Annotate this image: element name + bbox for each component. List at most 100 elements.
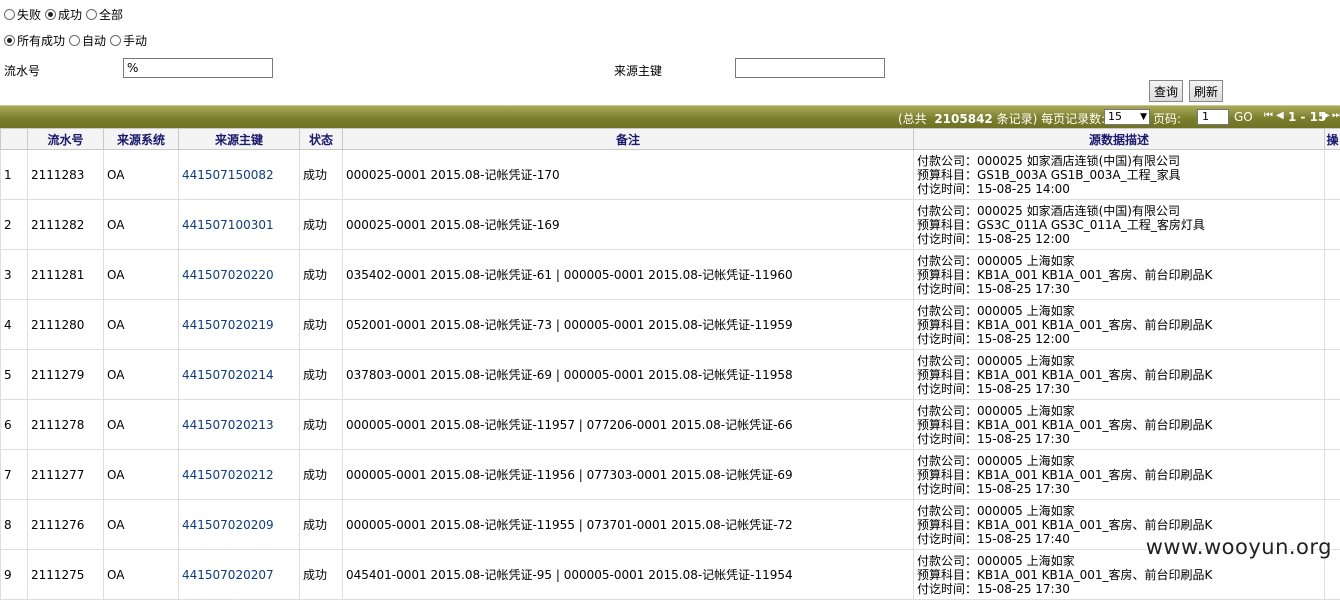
radio-button[interactable]	[86, 9, 97, 20]
operation-cell[interactable]	[1325, 350, 1340, 400]
source-key-cell: 441507020212	[179, 450, 300, 500]
first-page-icon[interactable]: ⏮	[1264, 110, 1273, 121]
operation-cell[interactable]	[1325, 150, 1340, 200]
description-cell: 付款公司：000025 如家酒店连锁(中国)有限公司预算科目：GS3C_011A…	[914, 200, 1325, 250]
source-key-link[interactable]: 441507100301	[182, 218, 274, 232]
serial-input[interactable]	[123, 58, 273, 78]
status-filter-option[interactable]: 成功	[45, 6, 82, 23]
description-line: 付讫时间：15-08-25 17:30	[917, 282, 1321, 296]
source-system-cell: OA	[104, 500, 179, 550]
watermark-text: www.wooyun.org	[1146, 535, 1332, 559]
status-cell: 成功	[300, 300, 343, 350]
radio-label: 失败	[17, 6, 41, 23]
description-line: 预算科目：KB1A_001 KB1A_001_客房、前台印刷品K	[917, 418, 1321, 432]
description-line: 付款公司：000005 上海如家	[917, 504, 1321, 518]
column-header: 状态	[300, 129, 343, 150]
page-number-input[interactable]: 1	[1197, 109, 1229, 125]
mode-filter-option[interactable]: 所有成功	[4, 32, 65, 49]
source-key-link[interactable]: 441507020219	[182, 318, 274, 332]
source-key-cell: 441507150082	[179, 150, 300, 200]
status-filter-option[interactable]: 失败	[4, 6, 41, 23]
description-line: 付款公司：000025 如家酒店连锁(中国)有限公司	[917, 204, 1321, 218]
page-range: 1 - 15	[1288, 110, 1326, 124]
source-key-cell: 441507020207	[179, 550, 300, 600]
source-key-link[interactable]: 441507020207	[182, 568, 274, 582]
source-key-cell: 441507020219	[179, 300, 300, 350]
source-key-label: 来源主键	[614, 62, 662, 79]
column-header: 流水号	[28, 129, 104, 150]
source-system-cell: OA	[104, 200, 179, 250]
description-line: 付讫时间：15-08-25 17:30	[917, 382, 1321, 396]
mode-filter-option[interactable]: 手动	[110, 32, 147, 49]
description-line: 预算科目：KB1A_001 KB1A_001_客房、前台印刷品K	[917, 318, 1321, 332]
column-header: 源数据描述	[914, 129, 1325, 150]
source-key-link[interactable]: 441507020209	[182, 518, 274, 532]
operation-cell[interactable]	[1325, 300, 1340, 350]
status-cell: 成功	[300, 400, 343, 450]
table-row: 52111279OA441507020214成功037803-0001 2015…	[1, 350, 1340, 400]
mode-filter-option[interactable]: 自动	[69, 32, 106, 49]
source-key-link[interactable]: 441507150082	[182, 168, 274, 182]
source-system-cell: OA	[104, 450, 179, 500]
status-cell: 成功	[300, 250, 343, 300]
row-number: 3	[1, 250, 28, 300]
source-key-cell: 441507020209	[179, 500, 300, 550]
status-cell: 成功	[300, 550, 343, 600]
remark-cell: 000005-0001 2015.08-记帐凭证-11956 | 077303-…	[343, 450, 914, 500]
source-system-cell: OA	[104, 300, 179, 350]
source-key-link[interactable]: 441507020213	[182, 418, 274, 432]
table-row: 62111278OA441507020213成功000005-0001 2015…	[1, 400, 1340, 450]
serial-cell: 2111276	[28, 500, 104, 550]
remark-cell: 052001-0001 2015.08-记帐凭证-73 | 000005-000…	[343, 300, 914, 350]
description-cell: 付款公司：000005 上海如家预算科目：KB1A_001 KB1A_001_客…	[914, 300, 1325, 350]
description-line: 付款公司：000025 如家酒店连锁(中国)有限公司	[917, 154, 1321, 168]
source-key-link[interactable]: 441507020214	[182, 368, 274, 382]
description-line: 预算科目：KB1A_001 KB1A_001_客房、前台印刷品K	[917, 368, 1321, 382]
prev-page-icon[interactable]: ◀	[1276, 110, 1284, 121]
column-header: 操	[1325, 129, 1340, 150]
chevron-down-icon: ▼	[1140, 110, 1147, 124]
description-line: 预算科目：GS3C_011A GS3C_011A_工程_客房灯具	[917, 218, 1321, 232]
description-line: 付讫时间：15-08-25 17:30	[917, 482, 1321, 496]
source-key-input[interactable]	[735, 58, 885, 78]
column-header: 来源主键	[179, 129, 300, 150]
page-size-select[interactable]: 15▼	[1104, 109, 1150, 125]
radio-label: 所有成功	[17, 32, 65, 49]
operation-cell[interactable]	[1325, 450, 1340, 500]
radio-button[interactable]	[110, 35, 121, 46]
next-page-icon[interactable]: ▶	[1322, 110, 1330, 121]
status-filter-option[interactable]: 全部	[86, 6, 123, 23]
description-line: 付讫时间：15-08-25 12:00	[917, 232, 1321, 246]
query-button[interactable]: 查询	[1149, 80, 1183, 102]
radio-label: 全部	[99, 6, 123, 23]
refresh-button[interactable]: 刷新	[1189, 80, 1223, 102]
operation-cell[interactable]	[1325, 250, 1340, 300]
last-page-icon[interactable]: ⏭	[1332, 110, 1340, 121]
description-line: 预算科目：KB1A_001 KB1A_001_客房、前台印刷品K	[917, 568, 1321, 582]
table-row: 22111282OA441507100301成功000025-0001 2015…	[1, 200, 1340, 250]
radio-button[interactable]	[45, 9, 56, 20]
remark-cell: 035402-0001 2015.08-记帐凭证-61 | 000005-000…	[343, 250, 914, 300]
serial-cell: 2111281	[28, 250, 104, 300]
radio-button[interactable]	[4, 35, 15, 46]
source-system-cell: OA	[104, 150, 179, 200]
source-system-cell: OA	[104, 550, 179, 600]
status-cell: 成功	[300, 350, 343, 400]
operation-cell[interactable]	[1325, 200, 1340, 250]
radio-button[interactable]	[69, 35, 80, 46]
serial-cell: 2111275	[28, 550, 104, 600]
go-button[interactable]: GO	[1234, 110, 1253, 124]
source-key-link[interactable]: 441507020212	[182, 468, 274, 482]
source-system-cell: OA	[104, 250, 179, 300]
description-cell: 付款公司：000005 上海如家预算科目：KB1A_001 KB1A_001_客…	[914, 450, 1325, 500]
radio-button[interactable]	[4, 9, 15, 20]
status-cell: 成功	[300, 150, 343, 200]
table-row: 32111281OA441507020220 成功035402-0001 2015…	[1, 250, 1340, 300]
source-key-cell: 441507020214	[179, 350, 300, 400]
remark-cell: 037803-0001 2015.08-记帐凭证-69 | 000005-000…	[343, 350, 914, 400]
description-cell: 付款公司：000005 上海如家预算科目：KB1A_001 KB1A_001_客…	[914, 250, 1325, 300]
source-key-link[interactable]: 441507020220	[182, 268, 274, 282]
serial-cell: 2111279	[28, 350, 104, 400]
description-cell: 付款公司：000005 上海如家预算科目：KB1A_001 KB1A_001_客…	[914, 350, 1325, 400]
operation-cell[interactable]	[1325, 400, 1340, 450]
